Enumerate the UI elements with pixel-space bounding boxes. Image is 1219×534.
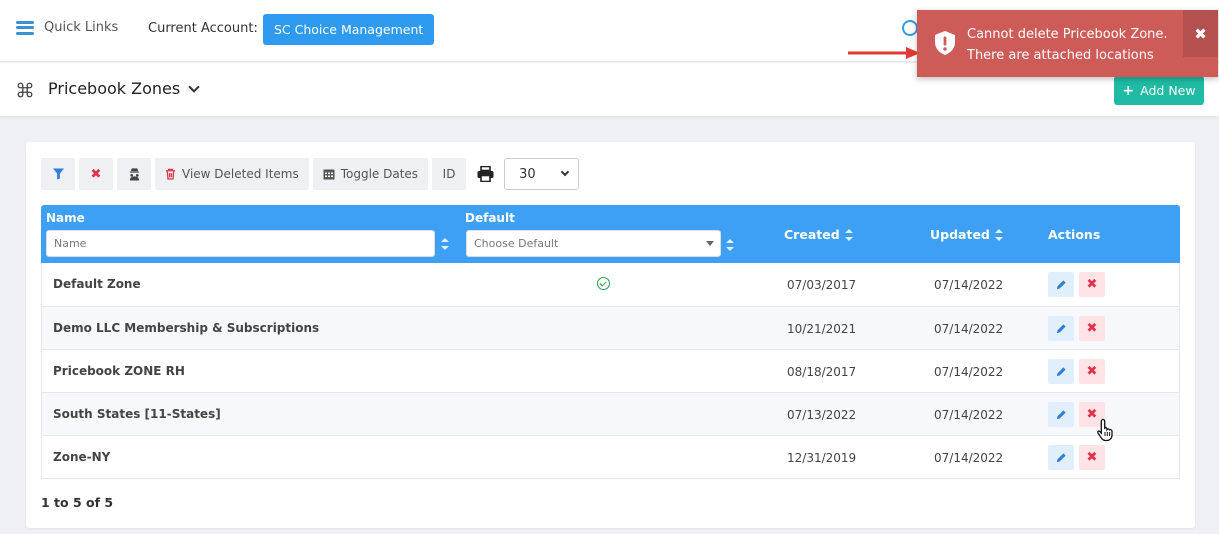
- cell-created: 08/18/2017: [787, 365, 857, 379]
- table-toolbar: ✖ View Deleted Items Toggle Dates ID 30: [41, 158, 580, 190]
- column-header-default: Default: [465, 211, 515, 225]
- cell-updated: 07/14/2022: [934, 322, 1004, 336]
- pencil-icon: [1056, 453, 1066, 463]
- chevron-down-icon: [188, 80, 200, 93]
- edit-button[interactable]: [1048, 316, 1074, 341]
- alert-line-2: There are attached locations: [967, 48, 1154, 63]
- search-icon[interactable]: [902, 20, 918, 36]
- page-title: Pricebook Zones: [48, 79, 181, 98]
- alert-close-button[interactable]: ✖: [1183, 10, 1218, 57]
- pencil-icon: [1056, 324, 1066, 334]
- cell-created: 10/21/2021: [787, 322, 857, 336]
- account-selector-button[interactable]: SC Choice Management: [263, 14, 435, 45]
- plus-icon: +: [1122, 82, 1135, 99]
- sort-name-icon[interactable]: [441, 238, 449, 250]
- toggle-dates-label: Toggle Dates: [340, 167, 419, 181]
- column-header-updated[interactable]: Updated: [930, 227, 1003, 242]
- close-icon: ✖: [1086, 450, 1098, 465]
- table-row: Zone-NY 12/31/2019 07/14/2022 ✖: [42, 435, 1179, 478]
- current-account-label: Current Account:: [148, 21, 258, 36]
- quick-links-label: Quick Links: [44, 20, 119, 35]
- cell-name: Default Zone: [53, 277, 141, 291]
- print-icon: [477, 166, 494, 182]
- print-button[interactable]: [470, 158, 500, 190]
- table-row: Pricebook ZONE RH 08/18/2017 07/14/2022 ✖: [42, 349, 1179, 392]
- page-size-select[interactable]: 30: [504, 158, 580, 190]
- sort-icon: [844, 228, 853, 241]
- hamburger-icon: [16, 20, 34, 35]
- quick-links-menu[interactable]: Quick Links: [16, 20, 118, 35]
- edit-button[interactable]: [1048, 445, 1074, 470]
- cell-name: Demo LLC Membership & Subscriptions: [53, 321, 320, 335]
- column-header-actions: Actions: [1048, 227, 1101, 242]
- pagination-info: 1 to 5 of 5: [41, 495, 114, 510]
- pencil-icon: [1056, 367, 1066, 377]
- close-icon: ✖: [90, 166, 102, 182]
- hand-cursor-icon: [1097, 418, 1113, 442]
- delete-button[interactable]: ✖: [1079, 445, 1105, 470]
- edit-button[interactable]: [1048, 359, 1074, 384]
- close-icon: ✖: [1086, 277, 1098, 292]
- error-alert: Cannot delete Pricebook Zone. There are …: [917, 10, 1218, 77]
- close-icon: ✖: [1194, 25, 1207, 43]
- sort-default-icon[interactable]: [726, 239, 734, 251]
- user-secret-icon: [129, 168, 139, 181]
- cell-created: 07/03/2017: [787, 278, 857, 292]
- calendar-icon: [323, 169, 335, 180]
- cell-name: Zone-NY: [53, 450, 111, 464]
- column-header-name: Name: [46, 211, 85, 225]
- arrow-right-icon: [848, 47, 920, 59]
- close-icon: ✖: [1086, 364, 1098, 379]
- clear-filters-button[interactable]: ✖: [79, 158, 113, 190]
- table-row: Demo LLC Membership & Subscriptions 10/21…: [42, 306, 1179, 349]
- filter-button[interactable]: [41, 158, 75, 190]
- command-icon: [17, 82, 33, 98]
- page-size-value: 30: [519, 166, 536, 182]
- column-header-created[interactable]: Created: [784, 227, 853, 242]
- cell-name: Pricebook ZONE RH: [53, 364, 185, 378]
- table-body: Default Zone 07/03/2017 07/14/2022 ✖ Demo LL…: [41, 263, 1180, 479]
- created-label: Created: [784, 227, 840, 242]
- check-circle-icon: [597, 277, 610, 290]
- cell-updated: 07/14/2022: [934, 365, 1004, 379]
- chevron-down-icon: [560, 167, 570, 177]
- cell-updated: 07/14/2022: [934, 408, 1004, 422]
- pencil-icon: [1056, 410, 1066, 420]
- view-deleted-button[interactable]: View Deleted Items: [155, 158, 309, 190]
- edit-button[interactable]: [1048, 272, 1074, 297]
- cell-created: 12/31/2019: [787, 451, 857, 465]
- id-toggle-button[interactable]: ID: [432, 158, 467, 190]
- page-title-dropdown[interactable]: Pricebook Zones: [48, 79, 200, 98]
- table-row: Default Zone 07/03/2017 07/14/2022 ✖: [42, 263, 1179, 306]
- sort-icon: [994, 228, 1003, 241]
- edit-button[interactable]: [1048, 402, 1074, 427]
- toggle-dates-button[interactable]: Toggle Dates: [312, 158, 429, 190]
- cell-updated: 07/14/2022: [934, 278, 1004, 292]
- filter-icon: [52, 168, 64, 180]
- name-filter-input[interactable]: Name: [46, 230, 435, 257]
- table-row: South States [11-States] 07/13/2022 07/14/…: [42, 392, 1179, 435]
- cell-updated: 07/14/2022: [934, 451, 1004, 465]
- updated-label: Updated: [930, 227, 990, 242]
- trash-icon: [165, 168, 176, 180]
- add-new-label: Add New: [1140, 83, 1196, 98]
- incognito-button[interactable]: [117, 158, 151, 190]
- default-filter-select[interactable]: Choose Default: [466, 230, 721, 257]
- default-filter-placeholder: Choose Default: [474, 237, 559, 250]
- delete-button[interactable]: ✖: [1079, 272, 1105, 297]
- shield-alert-icon: [935, 31, 955, 55]
- alert-line-1: Cannot delete Pricebook Zone.: [967, 27, 1168, 42]
- view-deleted-label: View Deleted Items: [182, 167, 299, 181]
- pencil-icon: [1056, 280, 1066, 290]
- cell-name: South States [11-States]: [53, 407, 221, 421]
- delete-button[interactable]: ✖: [1079, 359, 1105, 384]
- close-icon: ✖: [1086, 321, 1098, 336]
- delete-button[interactable]: ✖: [1079, 316, 1105, 341]
- zones-card: ✖ View Deleted Items Toggle Dates ID 30 …: [26, 142, 1195, 528]
- cell-created: 07/13/2022: [787, 408, 857, 422]
- table-header: Name Name Default Choose Default Created…: [41, 205, 1180, 263]
- alert-message: Cannot delete Pricebook Zone. There are …: [967, 24, 1168, 66]
- add-new-button[interactable]: + Add New: [1114, 76, 1204, 105]
- caret-down-icon: [706, 241, 714, 246]
